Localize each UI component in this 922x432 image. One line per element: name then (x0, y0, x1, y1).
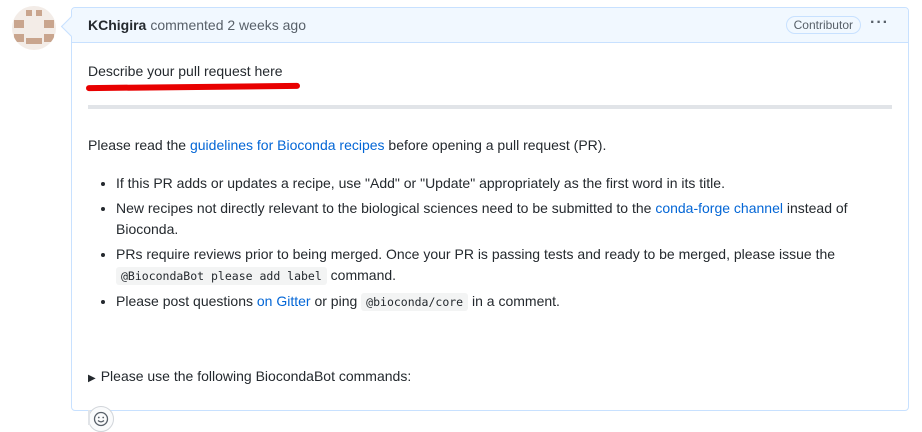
bullet-3-text-after: command. (326, 267, 397, 283)
guidelines-text-before: Please read the (88, 137, 190, 153)
list-item: PRs require reviews prior to being merge… (116, 244, 896, 287)
divider (88, 105, 892, 109)
pr-description-placeholder: Describe your pull request here (88, 63, 283, 79)
timeline-line (88, 410, 90, 425)
comment-author[interactable]: KChigira (88, 17, 146, 33)
commands-details-summary[interactable]: ▶ Please use the following BiocondaBot co… (88, 368, 411, 384)
list-item: Please post questions on Gitter or ping … (116, 291, 896, 313)
list-item: New recipes not directly relevant to the… (116, 198, 896, 240)
bullet-1-text: If this PR adds or updates a recipe, use… (116, 175, 725, 191)
guidelines-list: If this PR adds or updates a recipe, use… (88, 173, 896, 317)
avatar[interactable] (12, 6, 56, 50)
bullet-4-text-before: Please post questions (116, 293, 257, 309)
kebab-horizontal-icon[interactable]: ··· (870, 14, 889, 32)
add-reaction-button[interactable] (88, 406, 114, 432)
gitter-link[interactable]: on Gitter (257, 293, 311, 309)
guidelines-link[interactable]: guidelines for Bioconda recipes (190, 137, 385, 153)
list-item: If this PR adds or updates a recipe, use… (116, 173, 896, 194)
details-summary-text: Please use the following BiocondaBot com… (100, 368, 412, 384)
bullet-4-text-mid: or ping (310, 293, 362, 309)
comment-box: KChigira commented 2 weeks ago Contribut… (71, 7, 909, 432)
comment-timestamp[interactable]: commented 2 weeks ago (150, 17, 306, 33)
caret-right-icon: ▶ (88, 373, 96, 384)
bullet-4-text-after: in a comment. (468, 293, 560, 309)
add-label-command-code: @BiocondaBot please add label (116, 267, 327, 285)
comment-header: KChigira commented 2 weeks ago Contribut… (72, 8, 908, 43)
contributor-badge: Contributor (785, 16, 861, 34)
conda-forge-link[interactable]: conda-forge channel (655, 200, 783, 216)
red-annotation-underline (85, 82, 301, 92)
guidelines-text-after: before opening a pull request (PR). (384, 137, 607, 153)
guidelines-paragraph: Please read the guidelines for Bioconda … (88, 135, 606, 155)
bullet-3-text-before: PRs require reviews prior to being merge… (116, 246, 836, 262)
core-team-mention-code: @bioconda/core (361, 293, 469, 311)
bullet-2-text-before: New recipes not directly relevant to the… (116, 200, 656, 216)
